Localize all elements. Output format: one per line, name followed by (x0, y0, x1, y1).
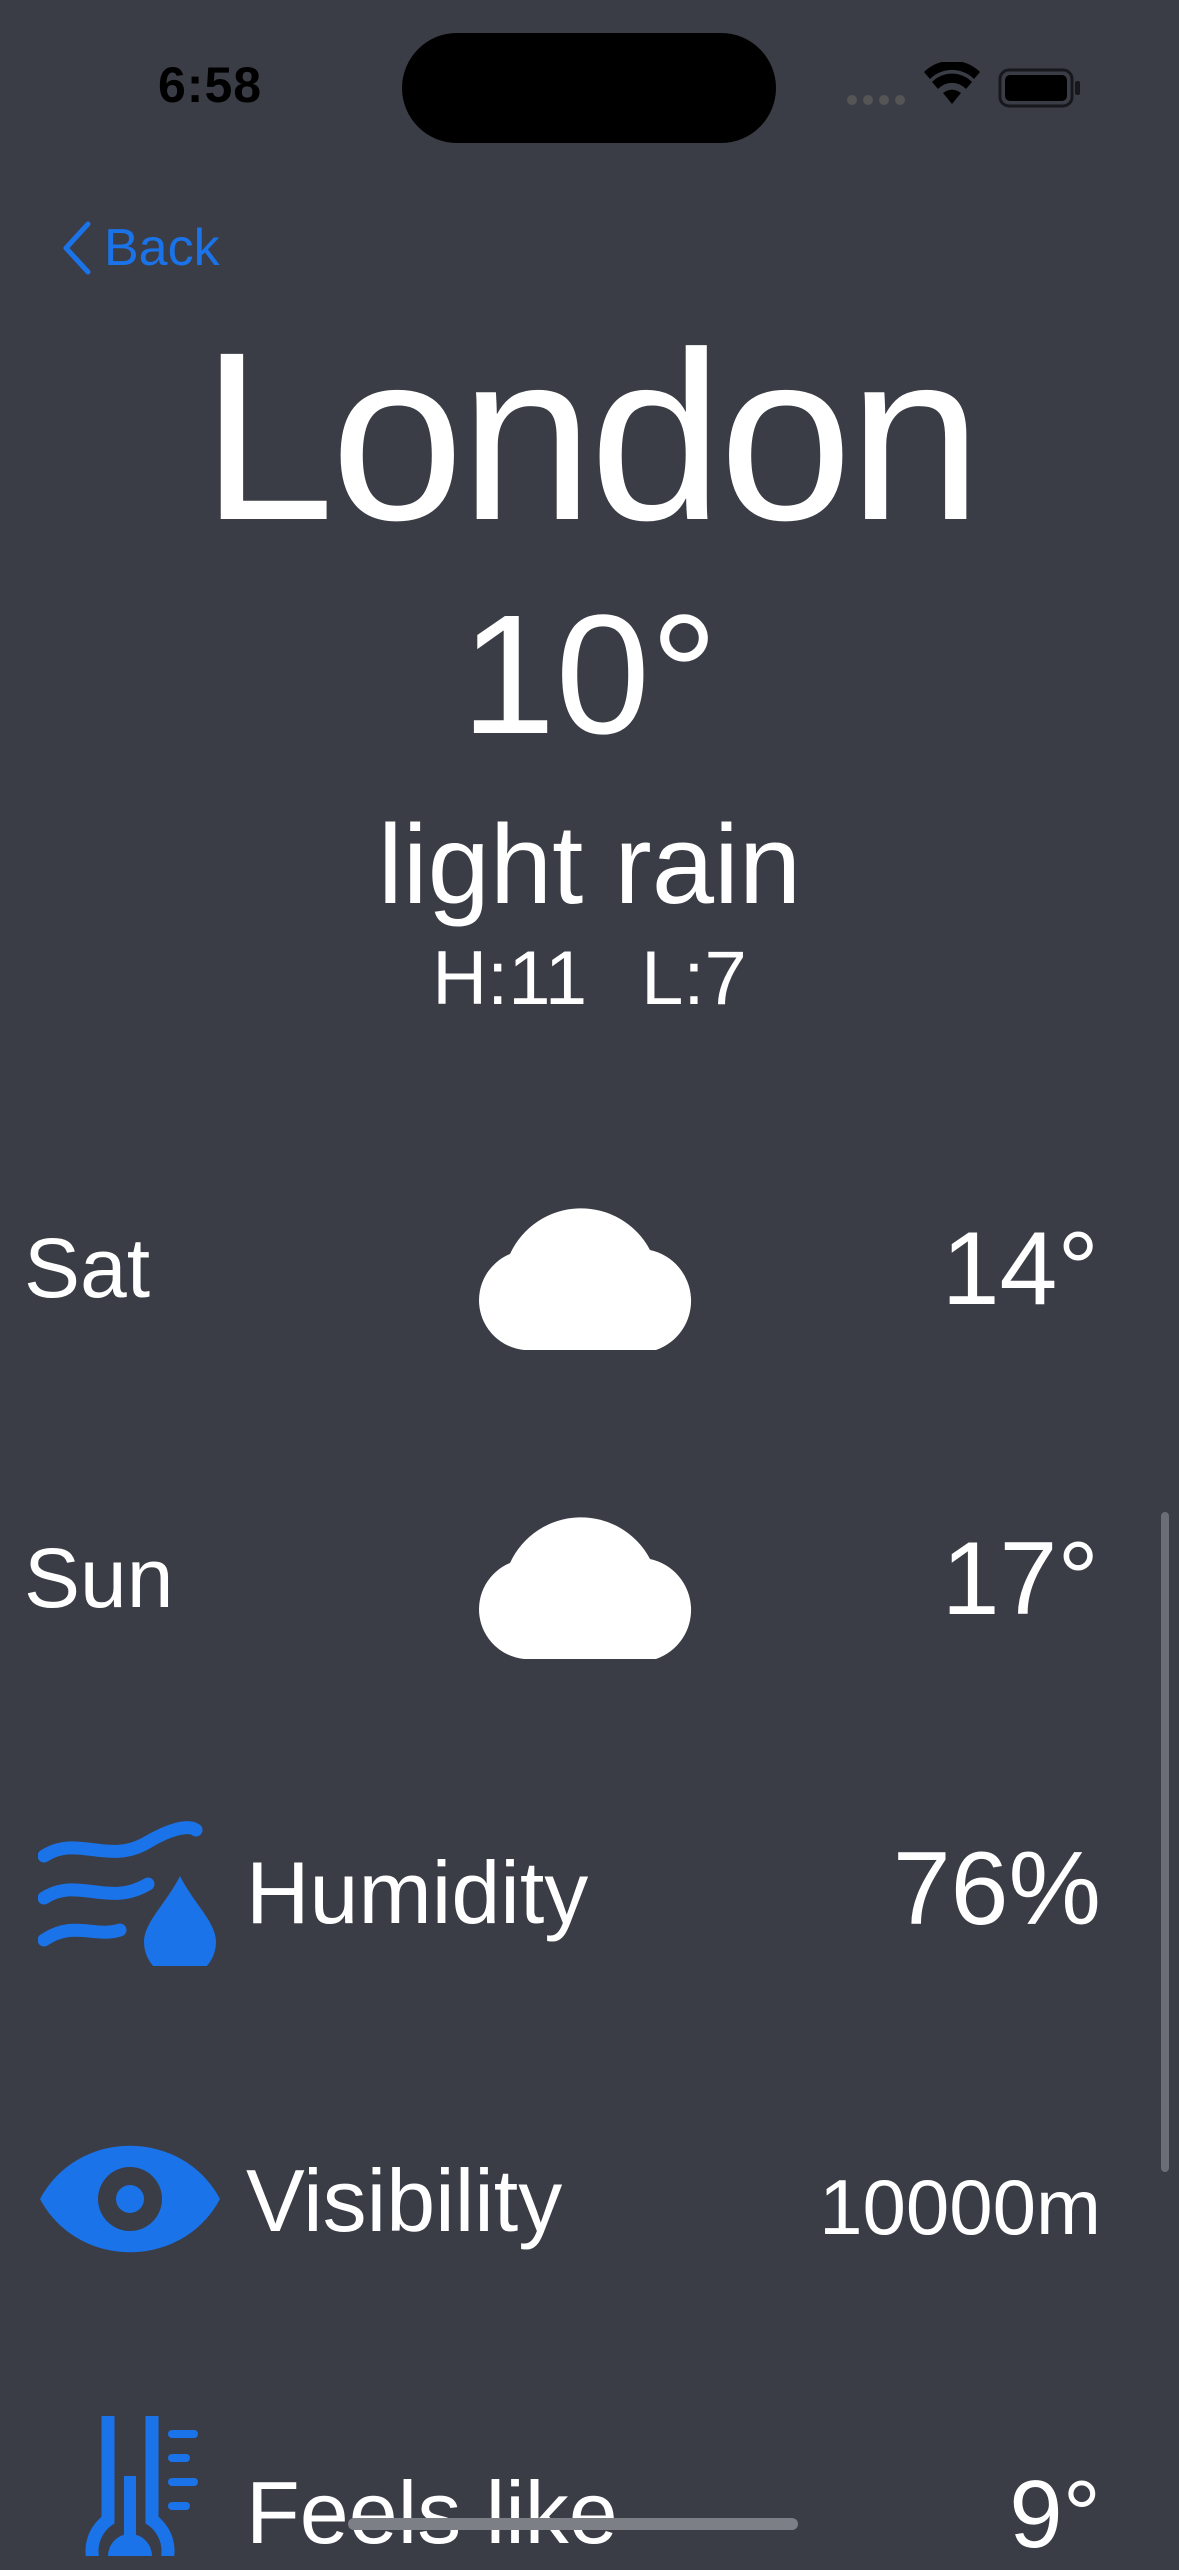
forecast-temp: 17° (941, 1521, 1099, 1637)
chevron-left-icon (63, 221, 91, 275)
back-label: Back (104, 219, 220, 277)
metric-value: 10000m (819, 2163, 1101, 2251)
home-indicator[interactable] (348, 2518, 798, 2530)
dynamic-island (402, 33, 776, 143)
eye-icon (38, 2140, 222, 2263)
metric-label: Feels like (246, 2463, 618, 2562)
forecast-day: Sat (24, 1221, 151, 1315)
low-temperature: L:7 (641, 936, 747, 1021)
weather-description: light rain (377, 802, 802, 927)
metric-label: Humidity (246, 1843, 589, 1942)
signal-dots-icon (846, 93, 906, 111)
battery-icon (998, 68, 1082, 113)
cloud-icon (474, 1503, 708, 1664)
city-name: London (201, 302, 982, 570)
metric-value: 9° (1009, 2461, 1101, 2568)
metric-label: Visibility (246, 2151, 563, 2250)
scrollbar[interactable] (1161, 1512, 1169, 2172)
humidity-icon (37, 1820, 220, 1978)
current-temperature: 10° (460, 580, 719, 770)
thermometer-icon (84, 2387, 204, 2570)
high-low: H:11 L:7 (0, 934, 1179, 1024)
high-temperature: H:11 (432, 936, 588, 1021)
metric-value: 76% (892, 1831, 1101, 1947)
forecast-temp: 14° (941, 1211, 1099, 1327)
back-button[interactable]: Back (60, 218, 220, 278)
forecast-day: Sun (24, 1531, 174, 1625)
wifi-icon (924, 60, 980, 111)
status-time: 6:58 (158, 57, 263, 113)
cloud-icon (474, 1194, 708, 1355)
